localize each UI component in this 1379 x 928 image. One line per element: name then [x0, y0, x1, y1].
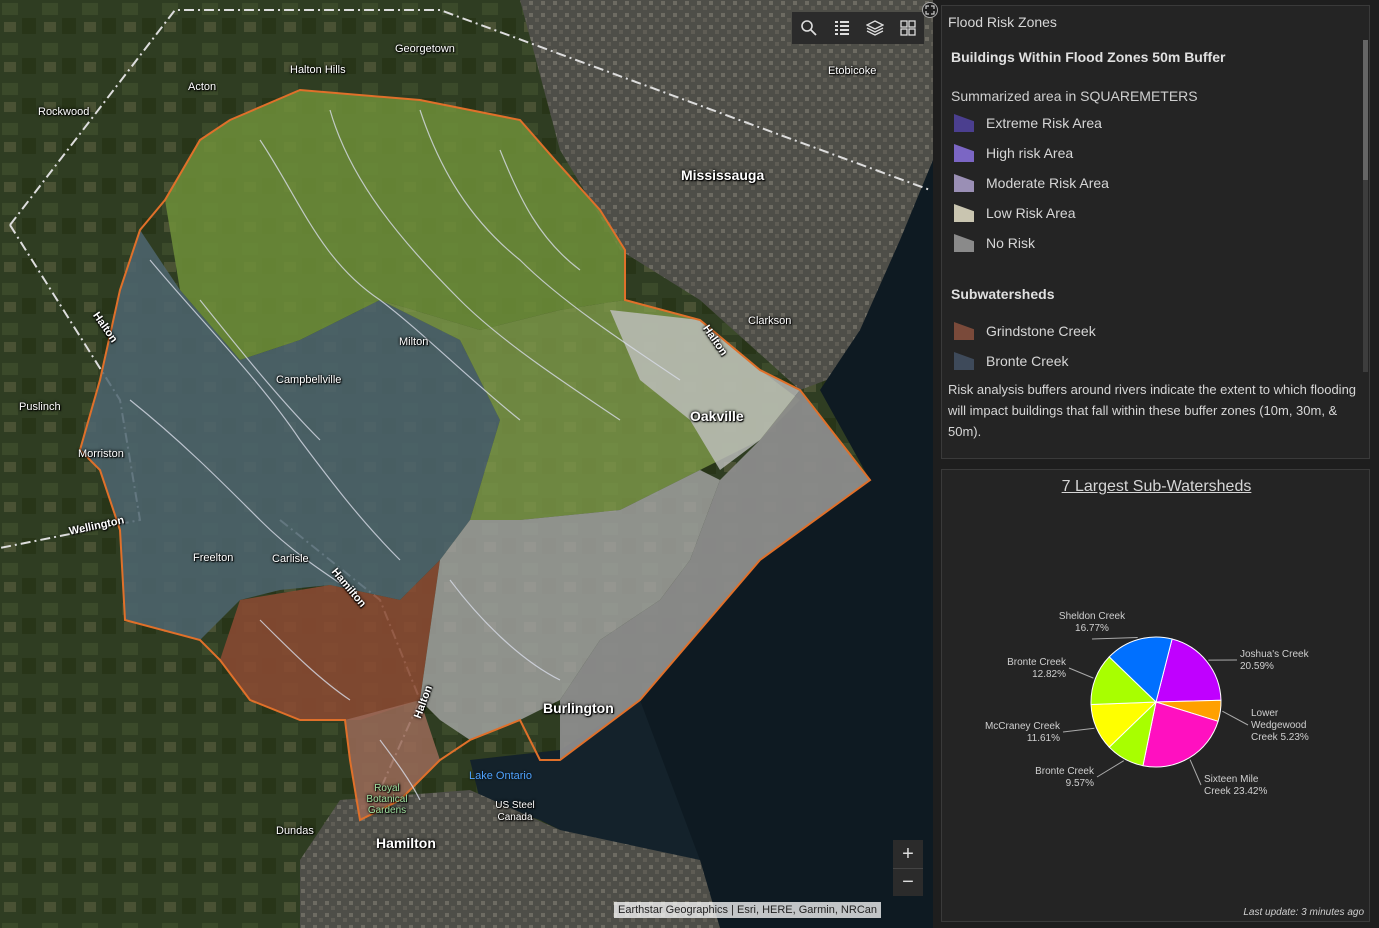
legend-panel-title: Flood Risk Zones — [948, 14, 1057, 30]
pie-leader-line — [1068, 667, 1094, 679]
place-burlington: Burlington — [543, 700, 614, 716]
layers-button[interactable] — [858, 12, 891, 44]
pie-chart[interactable]: Joshua's Creek 20.59% Lower Wedgewood Creek … — [942, 470, 1371, 923]
legend-item-low-risk: Low Risk Area — [954, 202, 1075, 224]
legend-item-label: Extreme Risk Area — [986, 115, 1102, 131]
place-campbellville: Campbellville — [276, 374, 342, 386]
legend-swatch — [954, 234, 974, 252]
place-rockwood: Rockwood — [38, 106, 90, 118]
place-royal-botanical: Royal Botanical Gardens — [366, 783, 408, 816]
expand-button[interactable] — [922, 2, 938, 18]
place-oakville: Oakville — [690, 408, 744, 424]
pie-leader-line — [1091, 637, 1138, 640]
place-halton-hills: Halton Hills — [290, 64, 346, 76]
legend-swatch — [954, 144, 974, 162]
place-us-steel: US Steel Canada — [495, 800, 535, 823]
chart-title[interactable]: 7 Largest Sub-Watersheds — [942, 478, 1371, 496]
legend-item-label: High risk Area — [986, 145, 1074, 161]
expand-icon — [925, 5, 935, 15]
pie-slice-label: McCraney Creek 11.61% — [985, 721, 1061, 744]
place-etobicoke: Etobicoke — [828, 65, 877, 77]
legend-summary-label: Summarized area in SQUAREMETERS — [951, 88, 1198, 104]
basemap-gallery-icon — [899, 20, 916, 36]
place-hamilton: Hamilton — [376, 835, 436, 851]
place-milton: Milton — [399, 336, 429, 348]
legend-list-icon — [834, 21, 849, 35]
legend-swatch — [954, 352, 974, 370]
place-lake-ontario: Lake Ontario — [469, 770, 532, 782]
legend-item-label: Low Risk Area — [986, 205, 1076, 221]
search-icon — [800, 20, 817, 36]
app-root: Georgetown Halton Hills Acton Rockwood E… — [0, 0, 1379, 928]
place-dundas: Dundas — [276, 825, 314, 837]
scrollbar-thumb[interactable] — [1363, 40, 1368, 180]
legend-panel: Flood Risk Zones Buildings Within Flood … — [941, 5, 1370, 459]
search-button[interactable] — [792, 12, 825, 44]
legend-swatch — [954, 174, 974, 192]
legend-content[interactable]: Buildings Within Flood Zones 50m Buffer … — [942, 40, 1362, 380]
legend-swatch — [954, 114, 974, 132]
legend-button[interactable] — [825, 12, 858, 44]
chart-panel: Joshua's Creek 20.59% Lower Wedgewood Creek … — [941, 469, 1370, 922]
pie-slice-label: Joshua's Creek 20.59% — [1240, 649, 1310, 672]
map-attribution[interactable]: Earthstar Geographics | Esri, HERE, Garm… — [614, 902, 881, 918]
place-acton: Acton — [188, 81, 217, 93]
legend-item-extreme-risk: Extreme Risk Area — [954, 112, 1102, 134]
last-update-text: Last update: 3 minutes ago — [1243, 907, 1364, 918]
pie-leader-line — [1096, 760, 1124, 778]
zoom-control: + − — [893, 840, 923, 896]
basemap-gallery-button[interactable] — [891, 12, 924, 44]
place-georgetown: Georgetown — [395, 43, 455, 55]
place-puslinch: Puslinch — [19, 401, 61, 413]
legend-subwatersheds-title: Subwatersheds — [951, 286, 1055, 302]
zoom-in-button[interactable]: + — [893, 840, 923, 868]
legend-item-label: Grindstone Creek — [986, 323, 1096, 339]
legend-item-label: Moderate Risk Area — [986, 175, 1109, 191]
pie-slice-label: Sheldon Creek 16.77% — [1059, 611, 1126, 634]
map-toolbar — [792, 12, 924, 44]
legend-item-bronte: Bronte Creek — [954, 350, 1068, 372]
place-mississauga: Mississauga — [681, 167, 765, 183]
pie-slice-label: Sixteen Mile Creek 23.42% — [1204, 774, 1267, 797]
pie-leader-line — [1189, 759, 1202, 786]
legend-swatch — [954, 204, 974, 222]
pie-leader-line — [1222, 710, 1249, 726]
legend-item-no-risk: No Risk — [954, 232, 1035, 254]
pie-slice-label: Bronte Creek 12.82% — [1007, 657, 1067, 680]
legend-layer-title: Buildings Within Flood Zones 50m Buffer — [951, 49, 1226, 65]
pie-slice-label: Bronte Creek 9.57% — [1035, 766, 1095, 789]
legend-scrollbar[interactable] — [1363, 40, 1368, 372]
place-clarkson: Clarkson — [748, 315, 792, 327]
legend-item-label: Bronte Creek — [986, 353, 1069, 369]
pie-leader-line — [1062, 727, 1095, 733]
place-morriston: Morriston — [78, 448, 124, 460]
legend-swatch — [954, 322, 974, 340]
legend-description: Risk analysis buffers around rivers indi… — [948, 382, 1357, 439]
zoom-out-button[interactable]: − — [893, 868, 923, 896]
pie-slice-label: Lower Wedgewood Creek 5.23% — [1251, 708, 1309, 743]
map-graphics — [0, 0, 933, 928]
map-view[interactable]: Georgetown Halton Hills Acton Rockwood E… — [0, 0, 933, 928]
layers-icon — [865, 20, 884, 36]
legend-item-moderate-risk: Moderate Risk Area — [954, 172, 1109, 194]
place-freelton: Freelton — [193, 552, 234, 564]
legend-item-grindstone: Grindstone Creek — [954, 320, 1096, 342]
legend-item-label: No Risk — [986, 235, 1036, 251]
place-carlisle: Carlisle — [272, 553, 309, 565]
legend-item-high-risk: High risk Area — [954, 142, 1073, 164]
